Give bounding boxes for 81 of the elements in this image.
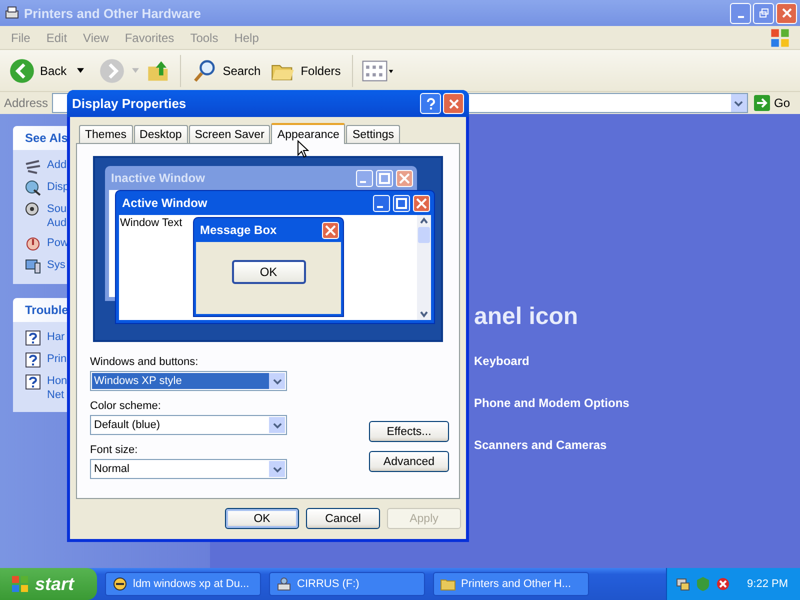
go-arrow-icon xyxy=(754,95,770,111)
power-icon xyxy=(25,236,41,252)
windows-logo-icon xyxy=(768,26,792,48)
field-label: Windows and buttons: xyxy=(90,356,200,368)
restore-icon xyxy=(758,8,768,18)
window-title: Message Box xyxy=(200,223,278,237)
task-link[interactable]: Sou Aud xyxy=(47,202,67,230)
network-icon[interactable] xyxy=(675,576,692,592)
dialog-button[interactable]: OK xyxy=(225,508,299,529)
close-icon xyxy=(413,194,430,212)
window-title: Printers and Other Hardware xyxy=(24,6,202,20)
window-text: Window Text xyxy=(119,216,182,229)
menu-item[interactable]: View xyxy=(75,30,117,44)
tab[interactable]: Screen Saver xyxy=(188,125,270,143)
tab[interactable]: Settings xyxy=(346,125,400,143)
task-link[interactable]: Har xyxy=(47,330,65,344)
maximize-icon xyxy=(393,194,410,212)
minimize-icon xyxy=(373,194,390,212)
taskbar-button[interactable]: CIRRUS (F:) xyxy=(269,572,425,596)
close-button[interactable] xyxy=(443,93,464,114)
help-icon xyxy=(25,374,41,390)
help-icon xyxy=(25,352,41,368)
help-icon xyxy=(25,330,41,346)
field-label: Font size: xyxy=(90,444,139,456)
dropdown-field[interactable]: Windows XP style xyxy=(90,371,287,391)
control-panel-link[interactable]: Phone and Modem Options xyxy=(474,396,800,410)
control-panel-link[interactable]: Scanners and Cameras xyxy=(474,438,800,452)
clock: 9:22 PM xyxy=(747,578,788,590)
minimize-icon xyxy=(356,170,373,186)
close-icon xyxy=(396,170,413,186)
drive-icon xyxy=(276,576,292,592)
address-label: Address xyxy=(4,96,48,110)
tab[interactable]: Desktop xyxy=(134,125,188,143)
menu-item[interactable]: Favorites xyxy=(116,30,182,44)
control-panel-link[interactable]: Keyboard xyxy=(474,354,800,368)
window-title: Inactive Window xyxy=(111,171,206,185)
dialog-button[interactable]: Advanced xyxy=(369,451,449,472)
menu-item[interactable]: Edit xyxy=(38,30,76,44)
help-button[interactable] xyxy=(420,93,441,114)
dialog-button[interactable]: Effects... xyxy=(369,421,449,442)
speaker-icon xyxy=(25,202,41,218)
close-icon xyxy=(322,222,339,238)
start-button[interactable]: start xyxy=(0,568,97,600)
back-button[interactable]: Back xyxy=(6,58,70,84)
views-icon[interactable] xyxy=(360,58,395,84)
tab[interactable]: Appearance xyxy=(271,123,346,144)
dialog-button[interactable]: Cancel xyxy=(306,508,380,529)
task-link[interactable]: Hon Net xyxy=(47,374,68,402)
app-icon xyxy=(112,576,128,592)
task-link[interactable]: Add xyxy=(47,158,67,172)
windows-logo-icon xyxy=(10,574,30,594)
maximize-icon xyxy=(376,170,393,186)
tab[interactable]: Themes xyxy=(79,125,133,143)
dropdown-field[interactable]: Default (blue) xyxy=(90,415,287,435)
dialog-title: Display Properties xyxy=(72,96,188,111)
task-link[interactable]: Sys xyxy=(47,258,66,272)
search-button[interactable]: Search xyxy=(188,58,264,84)
taskbar-button[interactable]: ldm windows xp at Du... xyxy=(105,572,261,596)
close-button[interactable] xyxy=(776,2,797,24)
dropdown-arrow-icon[interactable] xyxy=(76,68,84,73)
alert-icon[interactable] xyxy=(715,576,732,592)
window-title: Active Window xyxy=(122,196,208,210)
printer-icon xyxy=(4,5,20,21)
menu-item[interactable]: Help xyxy=(226,30,267,44)
field-label: Color scheme: xyxy=(90,400,162,412)
help-icon xyxy=(426,98,436,110)
dropdown-field[interactable]: Normal xyxy=(90,459,287,479)
folders-button[interactable]: Folders xyxy=(266,58,344,84)
scroll-thumb xyxy=(418,227,430,243)
task-link[interactable]: Prin xyxy=(47,352,67,366)
menu-item[interactable]: Tools xyxy=(182,30,226,44)
menu-item[interactable]: File xyxy=(3,30,38,44)
close-icon xyxy=(448,98,458,108)
go-button[interactable]: Go xyxy=(752,95,796,111)
computer-icon xyxy=(25,258,41,274)
minimize-icon xyxy=(738,16,744,18)
restore-button[interactable] xyxy=(753,2,774,24)
taskbar-button[interactable]: Printers and Other H... xyxy=(433,572,589,596)
minimize-button[interactable] xyxy=(730,2,751,24)
close-icon xyxy=(782,8,792,18)
section-heading: anel icon xyxy=(474,304,580,330)
